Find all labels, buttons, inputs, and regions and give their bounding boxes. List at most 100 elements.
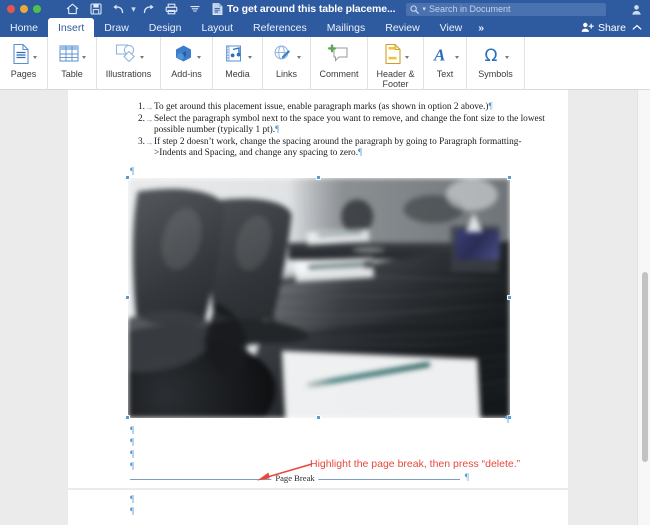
chevron-up-icon bbox=[632, 24, 642, 31]
word-document-icon bbox=[212, 3, 223, 15]
illustrations-shapes-icon bbox=[114, 43, 138, 65]
image-handle-top-center[interactable] bbox=[316, 175, 321, 180]
image-handle-mid-right[interactable] bbox=[507, 295, 512, 300]
table-icon bbox=[58, 44, 80, 65]
tab-home[interactable]: Home bbox=[0, 18, 48, 37]
tab-review[interactable]: Review bbox=[375, 18, 429, 37]
tab-draw[interactable]: Draw bbox=[94, 18, 139, 37]
addins-dropdown-icon[interactable] bbox=[197, 56, 201, 59]
tab-view[interactable]: View bbox=[430, 18, 473, 37]
zoom-window-button[interactable] bbox=[33, 5, 41, 13]
pages-icon bbox=[11, 43, 31, 65]
window-controls[interactable] bbox=[0, 5, 41, 13]
symbols-omega-icon: Ω bbox=[482, 44, 503, 65]
paragraph-mark-empty: ¶ bbox=[130, 462, 134, 474]
links-dropdown-icon[interactable] bbox=[297, 56, 301, 59]
pages-dropdown-icon[interactable] bbox=[33, 56, 37, 59]
print-icon[interactable] bbox=[160, 0, 183, 18]
tab-overflow-icon[interactable]: » bbox=[472, 18, 489, 37]
symbols-dropdown-icon[interactable] bbox=[505, 56, 509, 59]
minimize-window-button[interactable] bbox=[20, 5, 28, 13]
list-item: 2. → Select the paragraph symbol next to… bbox=[130, 114, 550, 137]
image-handle-bottom-left[interactable] bbox=[125, 415, 130, 420]
text-dropdown-icon[interactable] bbox=[455, 56, 459, 59]
redo-icon[interactable] bbox=[137, 0, 160, 18]
comment-plus-icon bbox=[327, 44, 351, 65]
links-globe-chain-icon bbox=[272, 44, 295, 65]
ribbon-group-illustrations[interactable]: Illustrations bbox=[97, 37, 161, 90]
tab-mailings[interactable]: Mailings bbox=[317, 18, 376, 37]
tab-references[interactable]: References bbox=[243, 18, 317, 37]
list-item-number: 2. bbox=[130, 114, 145, 137]
ribbon-group-symbols[interactable]: Ω Symbols bbox=[467, 37, 525, 90]
image-handle-mid-left[interactable] bbox=[125, 295, 130, 300]
addins-cube-icon bbox=[172, 44, 195, 65]
header-footer-dropdown-icon[interactable] bbox=[405, 56, 409, 59]
undo-dropdown-icon[interactable]: ▾ bbox=[130, 4, 137, 15]
ribbon-group-illustrations-label: Illustrations bbox=[106, 69, 152, 79]
table-dropdown-icon[interactable] bbox=[82, 56, 86, 59]
document-canvas[interactable]: 1. → To get around this placement issue,… bbox=[0, 90, 650, 525]
image-handle-bottom-center[interactable] bbox=[316, 415, 321, 420]
ribbon-group-table[interactable]: Table bbox=[48, 37, 97, 90]
ribbon-group-symbols-label: Symbols bbox=[478, 69, 513, 79]
search-placeholder: Search in Document bbox=[429, 4, 511, 14]
document-page-2[interactable]: ¶ ¶ bbox=[68, 490, 568, 525]
tab-design[interactable]: Design bbox=[139, 18, 192, 37]
list-item-text: Select the paragraph symbol next to the … bbox=[154, 114, 545, 136]
paragraph-mark-icon: ¶ bbox=[488, 102, 492, 112]
ribbon-toolbar[interactable]: Pages Table Illustrations Add-ins Media bbox=[0, 37, 650, 90]
home-icon[interactable] bbox=[61, 0, 84, 18]
paragraph-mark-icon: ¶ bbox=[275, 125, 279, 135]
ribbon-tab-bar[interactable]: Home Insert Draw Design Layout Reference… bbox=[0, 18, 650, 37]
tab-layout[interactable]: Layout bbox=[191, 18, 243, 37]
search-dropdown-icon[interactable]: ▾ bbox=[422, 5, 426, 13]
undo-icon[interactable] bbox=[107, 0, 130, 18]
quick-access-toolbar[interactable]: ▾ bbox=[61, 0, 206, 18]
search-input[interactable]: ▾ Search in Document bbox=[406, 3, 606, 16]
conference-room-photo[interactable] bbox=[128, 178, 510, 418]
list-item-number: 3. bbox=[130, 137, 145, 160]
svg-text:Ω: Ω bbox=[485, 46, 498, 65]
media-dropdown-icon[interactable] bbox=[248, 56, 252, 59]
document-page-1[interactable]: 1. → To get around this placement issue,… bbox=[68, 90, 568, 488]
illustrations-dropdown-icon[interactable] bbox=[140, 56, 144, 59]
ribbon-group-media-label: Media bbox=[225, 69, 250, 79]
person-plus-icon bbox=[581, 22, 594, 33]
svg-text:A: A bbox=[433, 45, 445, 64]
list-item-text-wrap: If step 2 doesn’t work, change the spaci… bbox=[154, 137, 550, 160]
ribbon-group-pages[interactable]: Pages bbox=[0, 37, 48, 90]
ribbon-group-links[interactable]: Links bbox=[263, 37, 311, 90]
title-bar: ▾ To get around this table placeme... ▾ … bbox=[0, 0, 650, 18]
annotation-text: Highlight the page break, then press “de… bbox=[310, 458, 520, 470]
scrollbar-thumb[interactable] bbox=[642, 272, 648, 462]
ribbon-group-links-label: Links bbox=[276, 69, 297, 79]
ribbon-group-text[interactable]: A Text bbox=[424, 37, 467, 90]
page-break-paragraph-mark: ¶ bbox=[465, 473, 469, 483]
ribbon-group-media[interactable]: Media bbox=[213, 37, 263, 90]
share-button[interactable]: Share bbox=[581, 18, 650, 37]
document-title-area: To get around this table placeme... bbox=[212, 3, 395, 15]
ribbon-group-header-footer[interactable]: Header & Footer bbox=[368, 37, 424, 90]
paragraph-mark-image-anchor: ¶ bbox=[505, 415, 509, 427]
close-window-button[interactable] bbox=[7, 5, 15, 13]
vertical-scrollbar[interactable] bbox=[637, 90, 650, 525]
tab-mark-icon: → bbox=[145, 114, 154, 137]
customize-toolbar-icon[interactable] bbox=[183, 0, 206, 18]
numbered-list: 1. → To get around this placement issue,… bbox=[130, 102, 550, 160]
ribbon-group-pages-label: Pages bbox=[11, 69, 37, 79]
tab-insert[interactable]: Insert bbox=[48, 18, 94, 37]
save-icon[interactable] bbox=[84, 0, 107, 18]
list-item-text-wrap: To get around this placement issue, enab… bbox=[154, 102, 550, 114]
ribbon-group-addins-label: Add-ins bbox=[171, 69, 202, 79]
ribbon-group-comment[interactable]: Comment bbox=[311, 37, 368, 90]
paragraph-mark-empty: ¶ bbox=[130, 426, 134, 438]
ribbon-group-addins[interactable]: Add-ins bbox=[161, 37, 213, 90]
image-handle-top-right[interactable] bbox=[507, 175, 512, 180]
image-handle-top-left[interactable] bbox=[125, 175, 130, 180]
text-a-icon: A bbox=[432, 44, 453, 65]
list-item-text: To get around this placement issue, enab… bbox=[154, 102, 488, 112]
media-film-music-icon bbox=[224, 44, 246, 65]
list-item-text: If step 2 doesn’t work, change the spaci… bbox=[154, 137, 521, 159]
annotation-arrow-icon bbox=[252, 462, 314, 484]
